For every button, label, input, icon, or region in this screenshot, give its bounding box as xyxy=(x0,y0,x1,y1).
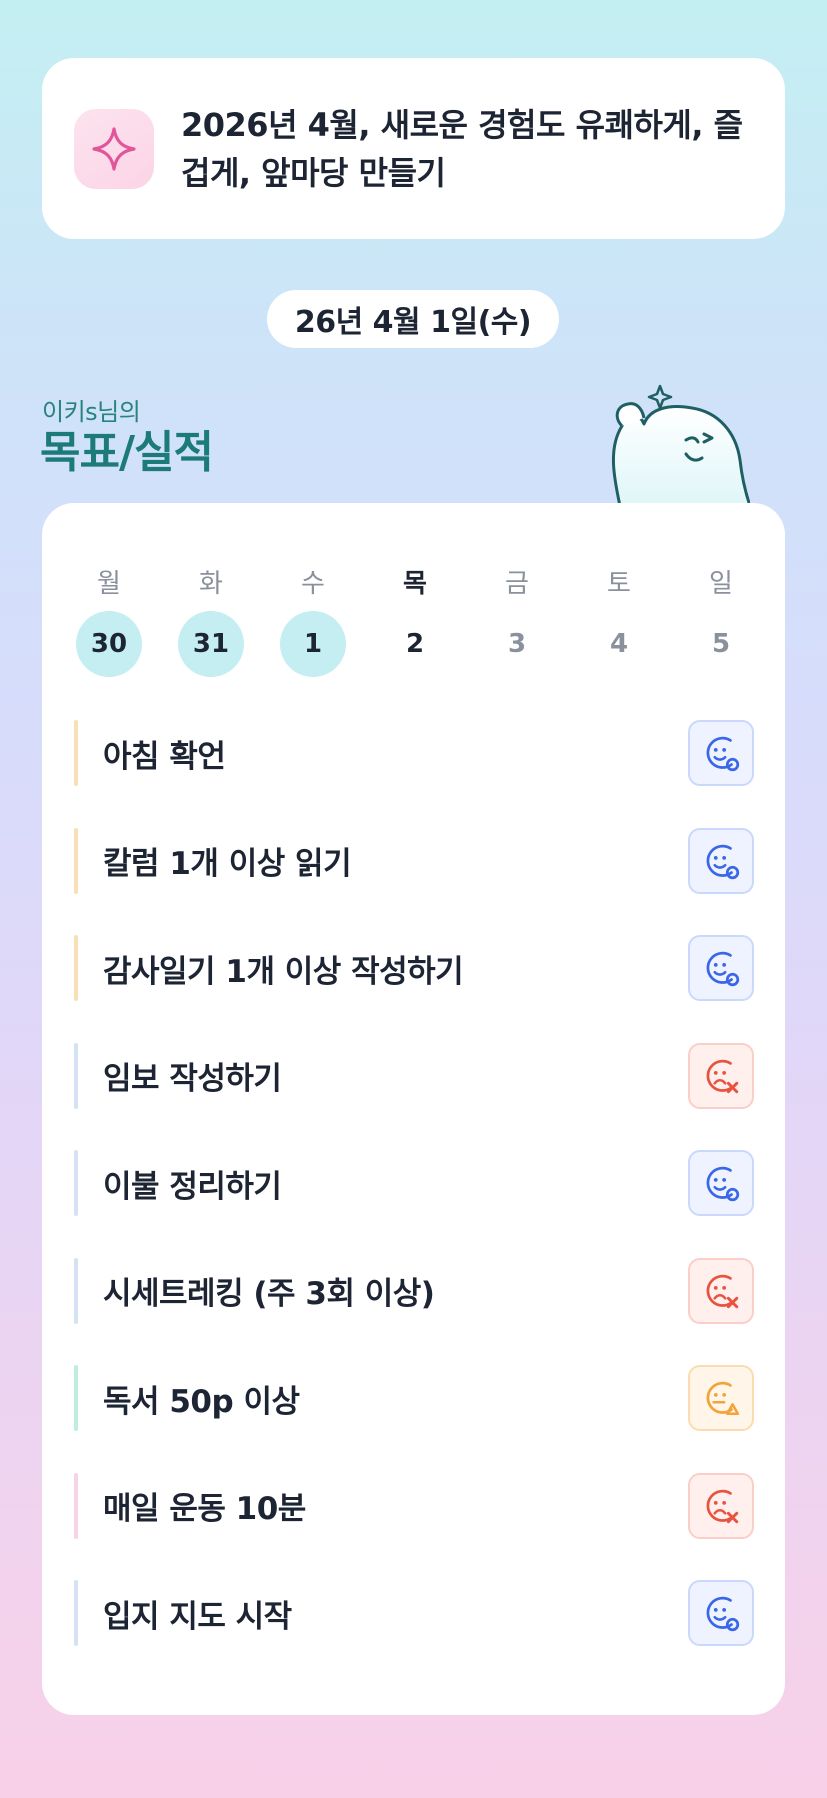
task-category-bar xyxy=(74,1580,78,1646)
status-success-icon[interactable] xyxy=(688,1580,754,1646)
monthly-goal-text: 2026년 4월, 새로운 경험도 유쾌하게, 즐 겁게, 앞마당 만들기 xyxy=(181,101,743,197)
task-label: 아침 확언 xyxy=(103,738,226,775)
status-fail-icon[interactable] xyxy=(688,1472,754,1539)
monthly-goal-card[interactable]: 2026년 4월, 새로운 경험도 유쾌하게, 즐 겁게, 앞마당 만들기 xyxy=(42,58,785,239)
status-fail-icon[interactable] xyxy=(688,1042,754,1109)
status-fail-icon[interactable] xyxy=(688,1257,754,1324)
task-row[interactable]: 입지 지도 시작 xyxy=(74,1580,754,1646)
goal-text-line-1: 2026년 4월, 새로운 경험도 유쾌하게, 즐 xyxy=(181,105,743,144)
calendar-day-number[interactable]: 4 xyxy=(586,611,652,677)
task-category-bar xyxy=(74,720,78,786)
calendar-day-name: 금 xyxy=(505,569,529,599)
calendar-day-name: 일 xyxy=(709,569,733,599)
task-category-bar xyxy=(74,1472,78,1539)
task-label: 시세트레킹 (주 3회 이상) xyxy=(103,1276,435,1312)
status-partial-icon[interactable] xyxy=(688,1365,754,1431)
task-label: 임보 작성하기 xyxy=(103,1061,282,1097)
calendar-day-number[interactable]: 3 xyxy=(484,611,550,677)
task-label: 독서 50p 이상 xyxy=(103,1383,300,1420)
task-category-bar xyxy=(74,1365,78,1431)
task-row[interactable]: 감사일기 1개 이상 작성하기 xyxy=(74,935,754,1001)
task-category-bar xyxy=(74,935,78,1001)
task-row[interactable]: 아침 확언 xyxy=(74,720,754,786)
calendar-day-name: 화 xyxy=(199,569,223,599)
task-row[interactable]: 시세트레킹 (주 3회 이상) xyxy=(74,1257,754,1324)
calendar-day-number[interactable]: 5 xyxy=(688,611,754,677)
current-date-pill[interactable]: 26년 4월 1일(수) xyxy=(267,290,559,348)
task-row[interactable]: 이불 정리하기 xyxy=(74,1150,754,1216)
task-category-bar xyxy=(74,1042,78,1109)
status-success-icon[interactable] xyxy=(688,935,754,1001)
section-title: 목표/실적 xyxy=(40,427,214,478)
task-label: 이불 정리하기 xyxy=(103,1168,282,1205)
mascot-character-icon xyxy=(612,384,750,506)
calendar-day-name: 토 xyxy=(607,569,631,599)
calendar-day-name: 목 xyxy=(403,569,427,599)
calendar-day-number[interactable]: 2 xyxy=(382,611,448,677)
status-success-icon[interactable] xyxy=(688,827,754,894)
calendar-day-name: 수 xyxy=(301,569,325,599)
task-label: 감사일기 1개 이상 작성하기 xyxy=(103,953,464,990)
calendar-day-name: 월 xyxy=(97,569,121,599)
goal-text-line-2: 겁게, 앞마당 만들기 xyxy=(181,153,446,192)
status-success-icon[interactable] xyxy=(688,720,754,786)
task-row[interactable]: 매일 운동 10분 xyxy=(74,1472,754,1539)
task-label: 입지 지도 시작 xyxy=(103,1598,292,1635)
task-category-bar xyxy=(74,1150,78,1216)
calendar-day-number[interactable]: 1 xyxy=(280,611,346,677)
sparkle-icon xyxy=(74,108,154,189)
task-category-bar xyxy=(74,1257,78,1324)
task-label: 매일 운동 10분 xyxy=(103,1491,306,1527)
calendar-day-number[interactable]: 31 xyxy=(178,611,244,677)
goals-card: 월 30 화 31 수 1 목 2 금 3 토 4 일 5 아침 확언칼럼 1개 이상 읽기감사일기 1개… xyxy=(42,503,785,1715)
task-row[interactable]: 독서 50p 이상 xyxy=(74,1365,754,1431)
task-row[interactable]: 임보 작성하기 xyxy=(74,1042,754,1109)
task-category-bar xyxy=(74,827,78,894)
calendar-day-number[interactable]: 30 xyxy=(76,611,142,677)
status-success-icon[interactable] xyxy=(688,1150,754,1216)
task-label: 칼럼 1개 이상 읽기 xyxy=(103,846,352,882)
task-row[interactable]: 칼럼 1개 이상 읽기 xyxy=(74,827,754,894)
